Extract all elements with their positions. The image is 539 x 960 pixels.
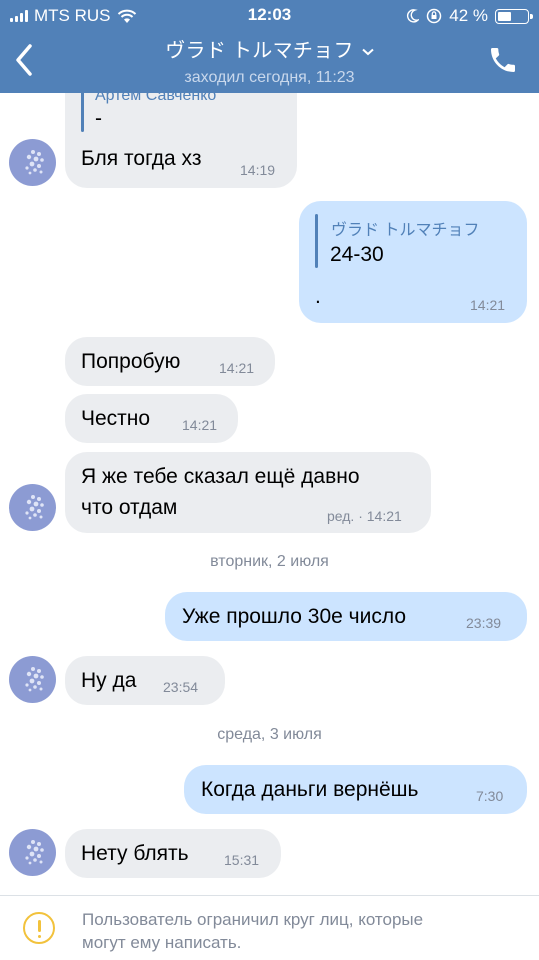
restriction-notice-text: Пользователь ограничил круг лиц, которые… [82, 908, 522, 954]
message-text: Ну да [81, 669, 137, 692]
message-time: 7:30 [476, 788, 504, 804]
message-time: 14:19 [240, 162, 276, 178]
reply-quote-author: ヴラド トルマチョフ [331, 222, 480, 239]
message-bubble-outgoing[interactable]: ヴラド トルマチョフ 24-30 . 14:21 [299, 201, 527, 323]
message-time: 23:39 [466, 615, 502, 631]
message-text-line-2: что отдам [81, 496, 178, 519]
message-bubble-incoming[interactable]: Я же тебе сказал ещё давно что отдам ред… [65, 452, 431, 533]
message-time: 15:31 [224, 852, 260, 868]
reply-quote-author: Артем Савченко [95, 93, 217, 104]
message-text: Попробую [81, 350, 181, 373]
message-time: 14:21 [219, 360, 255, 376]
reply-quote-bar [315, 214, 318, 268]
message-bubble-incoming[interactable]: Ну да 23:54 [65, 656, 225, 705]
date-separator: среда, 3 июля [217, 726, 322, 743]
message-text: Нету блять [81, 842, 189, 865]
message-list[interactable]: Артем Савченко - Бля тогда хз 14:19 ヴラド … [0, 93, 539, 895]
date-separator: вторник, 2 июля [210, 553, 329, 570]
chevron-left-icon[interactable] [8, 40, 44, 80]
reply-quote-text: 24-30 [330, 243, 384, 266]
battery-percent: 42 % [449, 6, 488, 25]
warning-icon [23, 912, 55, 944]
message-time: 14:21 [182, 417, 218, 433]
message-text: Честно [81, 407, 151, 430]
chat-title[interactable]: ヴラド トルマチョフ [90, 34, 449, 63]
orientation-lock-icon [427, 8, 442, 24]
avatar-image [25, 495, 44, 520]
chat-navbar: ヴラド トルマチョフ заходил сегодня, 11:23 [0, 30, 539, 93]
message-bubble-incoming[interactable]: Честно 14:21 [65, 394, 238, 443]
avatar[interactable] [9, 829, 56, 876]
message-text-line-1: Я же тебе сказал ещё давно [81, 465, 360, 488]
status-bar: MTS RUS 12:03 42 % [0, 0, 539, 30]
message-bubble-outgoing[interactable]: Уже прошло 30е число 23:39 [165, 592, 527, 641]
reply-quote-text: - [95, 107, 102, 130]
message-bubble-outgoing[interactable]: Когда даньги вернёшь 7:30 [184, 765, 527, 814]
message-text: Когда даньги вернёшь [201, 778, 419, 801]
last-seen-status: заходил сегодня, 11:23 [184, 69, 355, 86]
message-text: Уже прошло 30е число [182, 605, 406, 628]
restriction-notice-line-2: могут ему написать. [82, 933, 242, 952]
app-header: MTS RUS 12:03 42 % ヴラド トルマチョフ заходил се… [0, 0, 539, 93]
message-bubble-incoming[interactable]: Нету блять 15:31 [65, 829, 281, 878]
avatar-image [25, 840, 44, 865]
reply-quote-bar [81, 93, 84, 132]
chat-title-text: ヴラド トルマチョフ [165, 40, 354, 62]
avatar-image [25, 667, 44, 692]
restriction-notice: Пользователь ограничил круг лиц, которые… [0, 895, 539, 960]
chat-title-block[interactable]: ヴラド トルマチョフ заходил сегодня, 11:23 [90, 34, 449, 87]
battery-icon [495, 8, 533, 24]
message-bubble-incoming[interactable]: Артем Савченко - Бля тогда хз 14:19 [65, 93, 297, 188]
avatar[interactable] [9, 484, 56, 531]
message-text: Бля тогда хз [81, 147, 202, 170]
message-text: . [315, 285, 321, 308]
restriction-notice-line-1: Пользователь ограничил круг лиц, которые [82, 910, 424, 929]
message-time-edited: ред. · 14:21 [327, 508, 402, 524]
avatar[interactable] [9, 656, 56, 703]
avatar[interactable] [9, 139, 56, 186]
message-time: 23:54 [163, 679, 199, 695]
moon-icon [407, 9, 420, 23]
avatar-image [25, 150, 44, 175]
phone-icon[interactable] [487, 44, 519, 76]
message-bubble-incoming[interactable]: Попробую 14:21 [65, 337, 275, 386]
chevron-down-icon [362, 48, 374, 56]
message-time: 14:21 [470, 297, 506, 313]
